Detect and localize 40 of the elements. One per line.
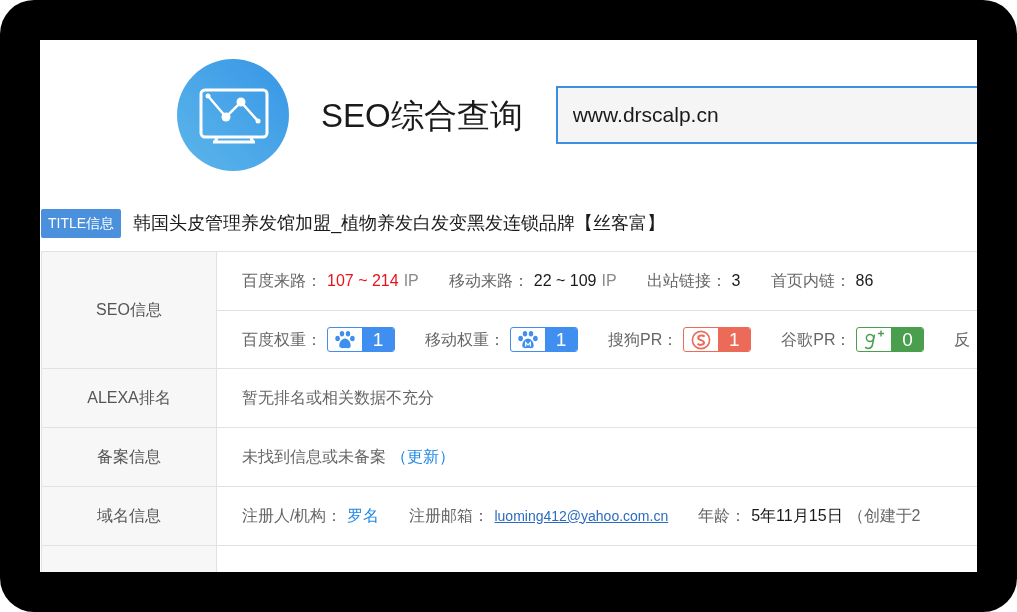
field-label: 百度权重： bbox=[242, 329, 322, 350]
field-value: 86 bbox=[855, 271, 874, 291]
rank-number: 1 bbox=[362, 328, 394, 351]
paw-icon bbox=[335, 330, 355, 349]
ip-range: 107 ~ 214 bbox=[327, 271, 399, 291]
page-title: SEO综合查询 bbox=[321, 98, 523, 132]
text-link[interactable]: 罗名 bbox=[347, 504, 380, 528]
field-label: 百度来路： bbox=[242, 271, 322, 291]
field-value: 3 bbox=[731, 271, 741, 291]
row-header: 域名信息 bbox=[42, 487, 217, 545]
row-header: ALEXA排名 bbox=[42, 369, 217, 427]
field-label: 年龄： bbox=[698, 506, 747, 526]
field-label: 谷歌PR： bbox=[781, 329, 852, 350]
field-label: 移动权重： bbox=[425, 329, 505, 350]
email-link[interactable]: luoming412@yahoo.com.cn bbox=[494, 505, 669, 527]
field-label: 首页内链： bbox=[770, 271, 851, 291]
monitor-chart-icon bbox=[177, 59, 289, 171]
rank-number: 0 bbox=[891, 328, 924, 351]
text-link[interactable]: （更新） bbox=[391, 445, 455, 469]
field-label: 出站链接： bbox=[646, 271, 727, 291]
field-label: 暂无排名或相关数据不充分 bbox=[242, 388, 434, 408]
rank-number: 1 bbox=[545, 328, 577, 351]
paw-m-icon bbox=[518, 330, 538, 349]
field-label: 未找到信息或未备案 bbox=[242, 447, 386, 467]
field-label: 注册邮箱： bbox=[409, 506, 490, 526]
field-label: 搜狗PR： bbox=[608, 329, 679, 350]
site-title: 韩国头皮管理养发馆加盟_植物养发白发变黑发连锁品牌【丝客富】 bbox=[133, 212, 666, 236]
field-label: （创建于2 bbox=[847, 506, 921, 526]
field-value: 5年11月15日 bbox=[751, 506, 843, 526]
title-label: TITLE信息 bbox=[41, 209, 122, 238]
url-field[interactable]: www.drscalp.cn bbox=[555, 86, 977, 144]
field-label: 注册人/机构： bbox=[242, 506, 343, 526]
row-header: 备案信息 bbox=[42, 428, 217, 486]
rank-number: 1 bbox=[718, 328, 751, 351]
unit-label: IP bbox=[403, 271, 419, 291]
row-header: SEO信息 bbox=[42, 252, 217, 368]
field-value: 22 ~ 109 bbox=[533, 271, 597, 291]
unit-label: IP bbox=[601, 271, 617, 291]
field-label: 反 bbox=[954, 329, 971, 350]
field-label: 移动来路： bbox=[448, 271, 529, 291]
